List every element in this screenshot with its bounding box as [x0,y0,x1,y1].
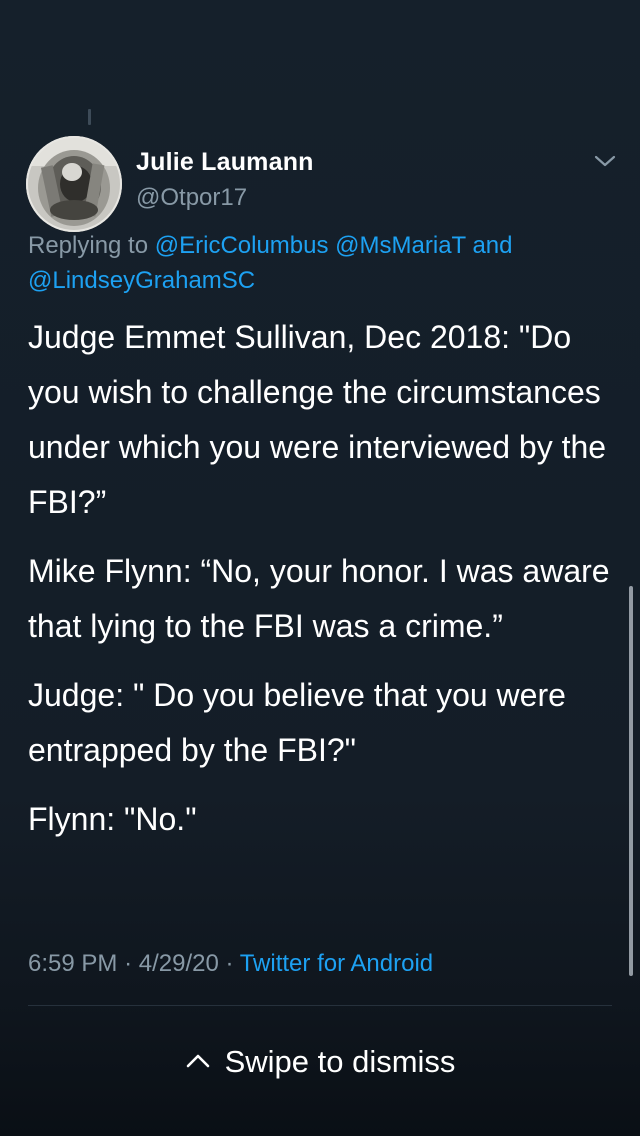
thread-connector-line [88,109,91,125]
tweet-paragraph: Judge: " Do you believe that you were en… [28,677,566,768]
mention-lindseygrahamsc[interactable]: @LindseyGrahamSC [28,267,255,294]
meta-separator: · [225,950,234,977]
chevron-down-icon[interactable] [592,152,618,170]
avatar[interactable] [26,136,122,232]
tweet-paragraph: Judge Emmet Sullivan, Dec 2018: "Do you … [28,319,607,520]
tweet-paragraph: Flynn: "No." [28,801,197,837]
reply-prefix: Replying to [28,232,149,259]
tweet-paragraph: Mike Flynn: “No, your honor. I was aware… [28,553,610,644]
author-handle[interactable]: @Otpor17 [136,184,247,212]
divider [28,1005,612,1006]
mention-ericcolumbus[interactable]: @EricColumbus [155,232,329,259]
tweet-metadata: 6:59 PM · 4/29/20 · Twitter for Android [28,950,433,978]
tweet-body: Judge Emmet Sullivan, Dec 2018: "Do you … [28,310,628,861]
meta-separator: · [124,950,133,977]
mention-msmariat[interactable]: @MsMariaT [335,232,466,259]
chevron-up-icon [186,1054,209,1068]
dismiss-label: Swipe to dismiss [224,1044,456,1079]
swipe-to-dismiss[interactable]: Swipe to dismiss [0,1044,640,1080]
mention-and[interactable]: and [472,232,512,259]
tweet-time: 6:59 PM [28,950,118,977]
tweet-date: 4/29/20 [138,950,219,977]
reply-context: Replying to @EricColumbus @MsMariaT and … [28,228,618,298]
tweet-source-link[interactable]: Twitter for Android [240,950,433,977]
scrollbar[interactable] [629,586,633,976]
author-name[interactable]: Julie Laumann [136,148,314,177]
